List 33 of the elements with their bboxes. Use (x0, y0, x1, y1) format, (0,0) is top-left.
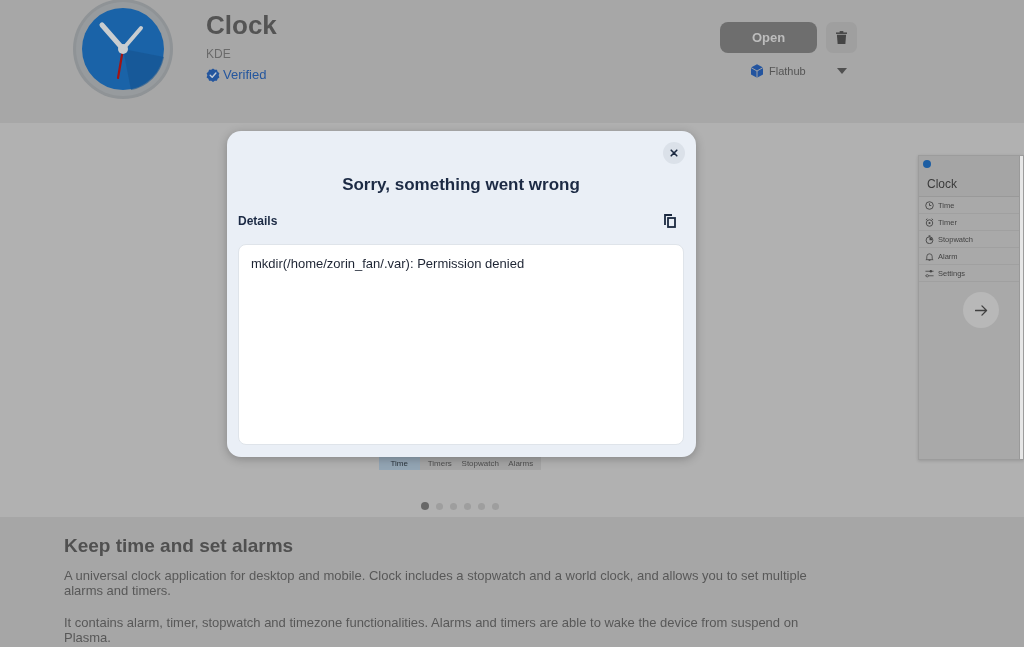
dot-icon (923, 160, 931, 168)
tab[interactable]: Time (379, 457, 420, 470)
tab[interactable]: Alarms (500, 457, 541, 470)
verified-badge-icon (206, 68, 220, 82)
delete-button[interactable] (826, 22, 857, 53)
details-label: Details (238, 214, 278, 228)
clock-icon (71, 0, 175, 101)
description-text: It contains alarm, timer, stopwatch and timezone functionalities. Alarms and timers are able to wake the device from suspend on Plasma. (64, 615, 800, 645)
verified-label: Verified (223, 67, 267, 83)
error-message: mkdir(/home/zorin_fan/.var): Permission denied (251, 256, 526, 272)
trash-icon (836, 31, 847, 44)
pager-dot[interactable] (421, 502, 429, 510)
arrow-right-icon (974, 304, 988, 316)
sliders-icon (925, 268, 934, 278)
close-icon (670, 149, 678, 157)
clock-icon (925, 200, 934, 210)
close-button[interactable] (663, 142, 685, 164)
app-title: Clock (206, 10, 277, 40)
description-text: A universal clock application for desktop and mobile. Clock includes a stopwatch and a world clock, and allows you to set multiple alarms and timers. (64, 568, 808, 598)
bell-icon (925, 251, 934, 261)
tab[interactable]: Timers (419, 457, 460, 470)
cube-icon (751, 64, 763, 78)
alarm-clock-icon (925, 217, 934, 227)
dialog-title: Sorry, something went wrong (341, 175, 581, 195)
stopwatch-icon (925, 234, 934, 244)
section-heading: Keep time and set alarms (64, 534, 295, 558)
screenshot-window-title: Clock (927, 177, 957, 191)
developer-name: KDE (206, 46, 231, 62)
source-dropdown[interactable]: Flathub (720, 61, 857, 81)
open-button[interactable]: Open (720, 22, 817, 53)
caret-icon (837, 68, 847, 74)
copy-icon (664, 214, 676, 228)
tab[interactable]: Stopwatch (460, 457, 501, 470)
